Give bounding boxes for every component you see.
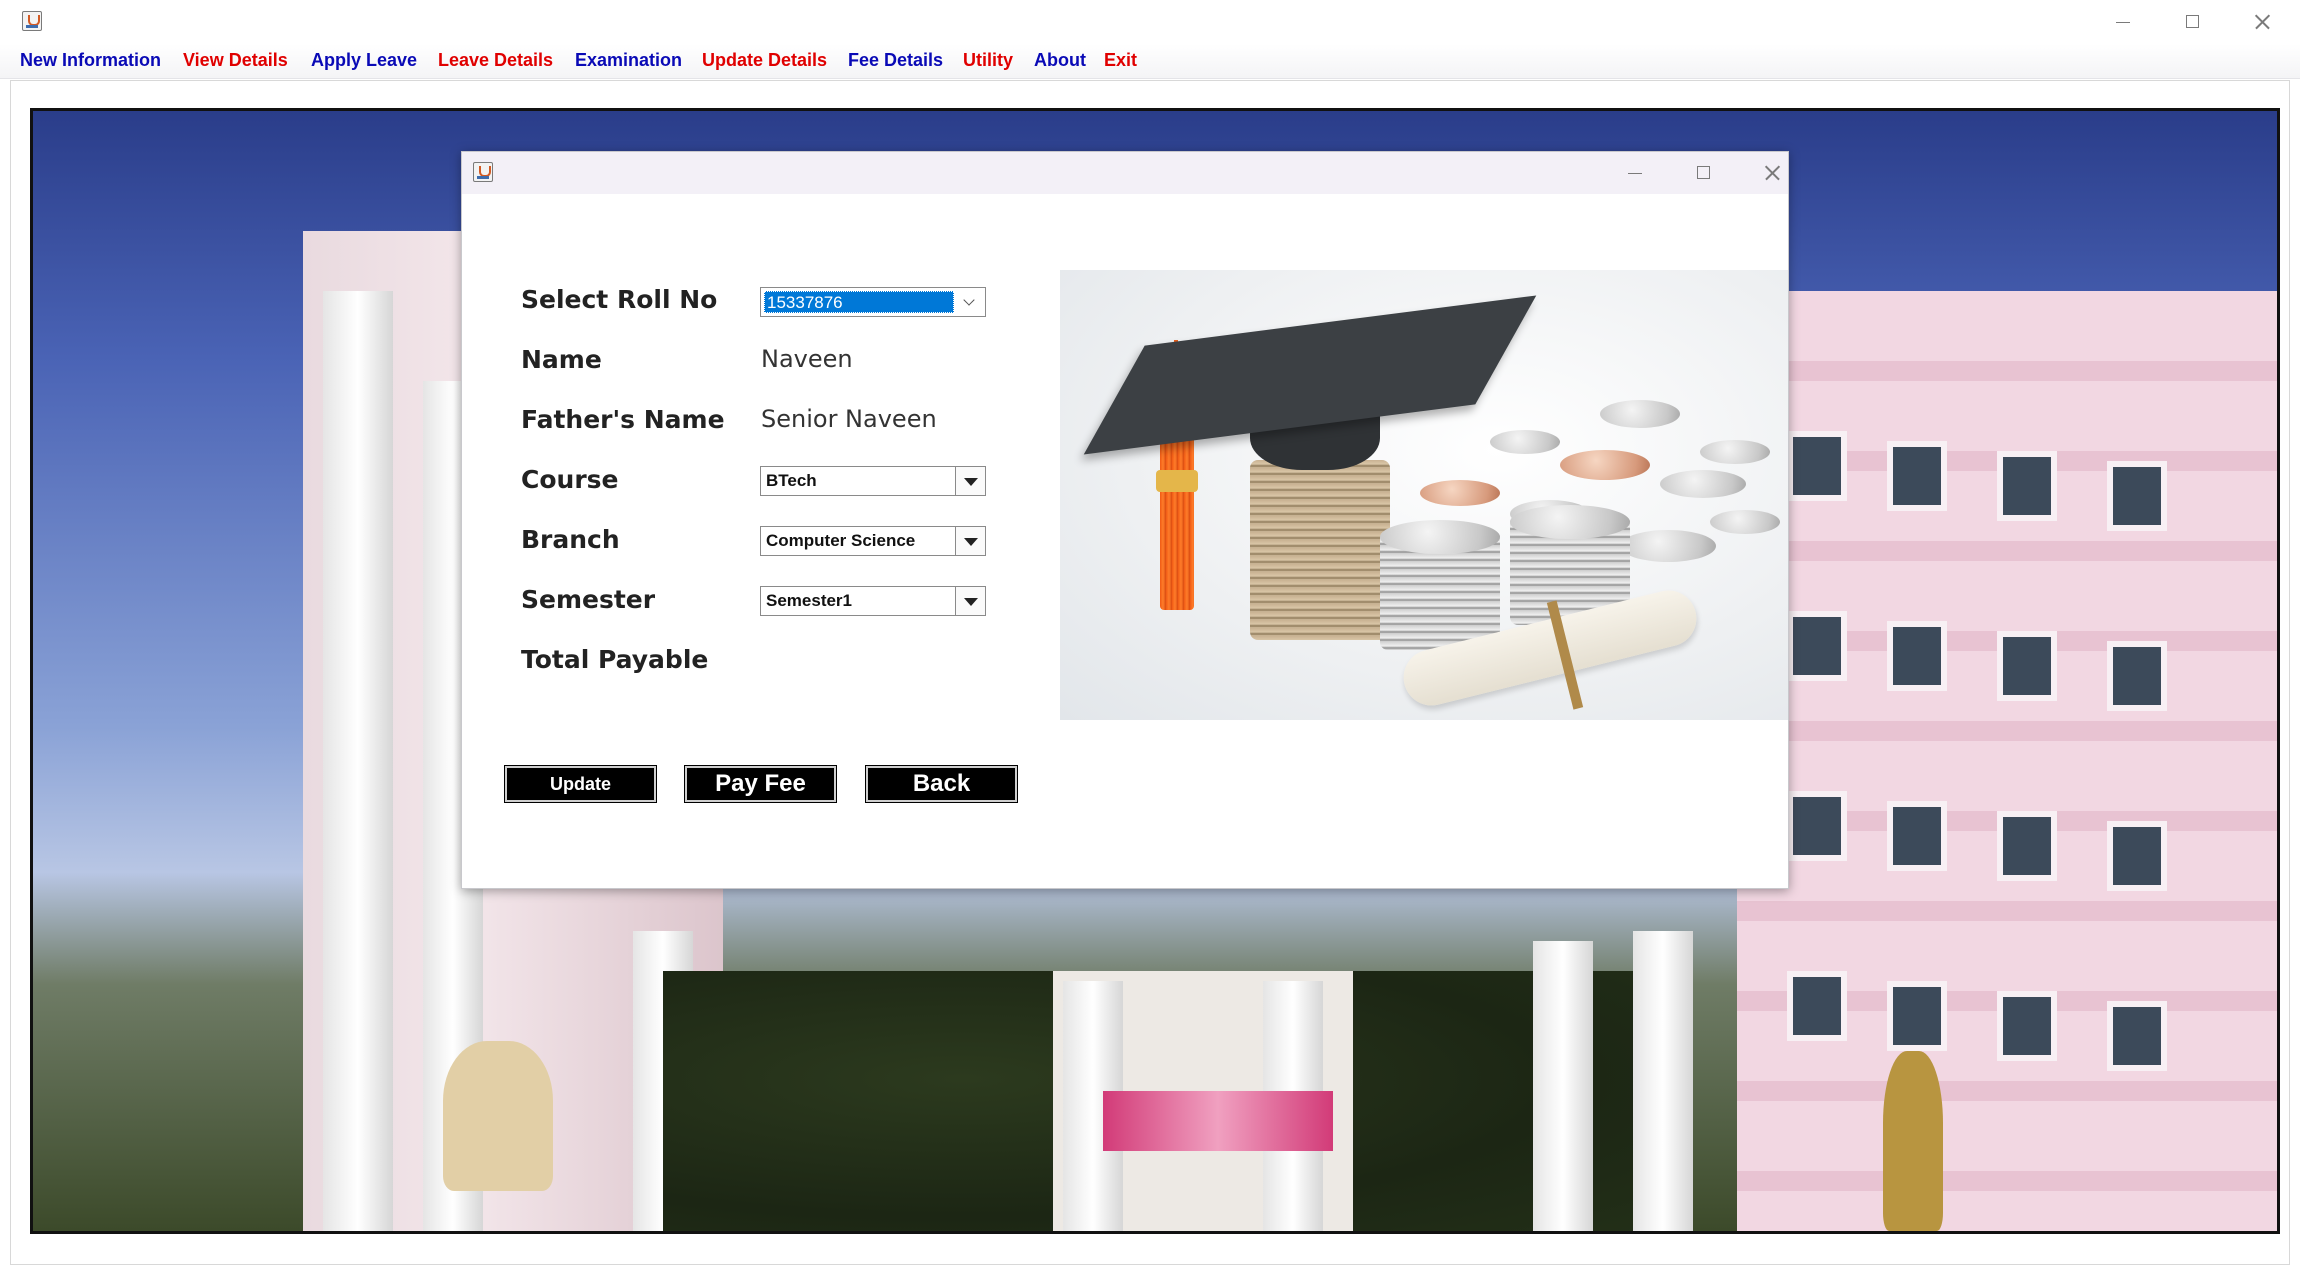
fee-details-dialog: Select Roll No 15337876 Name Naveen Fath… [461, 151, 1789, 889]
menu-new-information[interactable]: New Information [20, 50, 161, 71]
dropdown-arrow-icon[interactable] [955, 527, 985, 555]
graduation-cap-coins-image [1060, 270, 1788, 720]
total-payable-label: Total Payable [521, 645, 709, 674]
menu-fee-details[interactable]: Fee Details [848, 50, 943, 71]
branch-label: Branch [521, 525, 620, 554]
menu-utility[interactable]: Utility [963, 50, 1013, 71]
menu-exit[interactable]: Exit [1104, 50, 1137, 71]
dropdown-arrow-icon[interactable] [955, 587, 985, 615]
menu-leave-details[interactable]: Leave Details [438, 50, 553, 71]
course-dropdown[interactable]: BTech [760, 466, 986, 496]
pay-fee-button[interactable]: Pay Fee [684, 765, 837, 803]
branch-dropdown[interactable]: Computer Science [760, 526, 986, 556]
main-window-titlebar [0, 0, 2300, 44]
father-name-value: Senior Naveen [761, 405, 937, 433]
java-app-icon [22, 11, 42, 31]
dropdown-arrow-icon[interactable] [955, 467, 985, 495]
semester-selected-value: Semester1 [766, 591, 853, 610]
menu-update-details[interactable]: Update Details [702, 50, 827, 71]
coin-stack [1250, 460, 1390, 640]
close-icon[interactable] [2240, 8, 2284, 36]
chevron-down-icon[interactable] [959, 291, 981, 313]
menu-about[interactable]: About [1034, 50, 1086, 71]
course-label: Course [521, 465, 619, 494]
course-selected-value: BTech [766, 471, 817, 490]
close-icon[interactable] [1750, 159, 1794, 187]
bg-statue [443, 1041, 553, 1191]
maximize-icon[interactable] [1681, 159, 1725, 187]
menu-bar: New Information View Details Apply Leave… [0, 44, 2300, 79]
bg-right-building [1737, 291, 2277, 1231]
back-button[interactable]: Back [865, 765, 1018, 803]
semester-dropdown[interactable]: Semester1 [760, 586, 986, 616]
bg-statue [1883, 1051, 1943, 1231]
update-button[interactable]: Update [504, 765, 657, 803]
minimize-icon[interactable] [2100, 8, 2144, 36]
father-name-label: Father's Name [521, 405, 725, 434]
roll-no-dropdown[interactable]: 15337876 [760, 287, 986, 317]
branch-selected-value: Computer Science [766, 531, 916, 550]
minimize-icon[interactable] [1612, 159, 1656, 187]
menu-examination[interactable]: Examination [575, 50, 682, 71]
name-label: Name [521, 345, 602, 374]
roll-no-label: Select Roll No [521, 285, 718, 314]
roll-no-selected-value: 15337876 [764, 291, 954, 313]
maximize-icon[interactable] [2170, 8, 2214, 36]
bg-banner [1103, 1091, 1333, 1151]
name-value: Naveen [761, 345, 853, 373]
menu-apply-leave[interactable]: Apply Leave [311, 50, 417, 71]
semester-label: Semester [521, 585, 656, 614]
java-app-icon [473, 162, 493, 182]
menu-view-details[interactable]: View Details [183, 50, 288, 71]
dialog-titlebar [462, 152, 1788, 194]
